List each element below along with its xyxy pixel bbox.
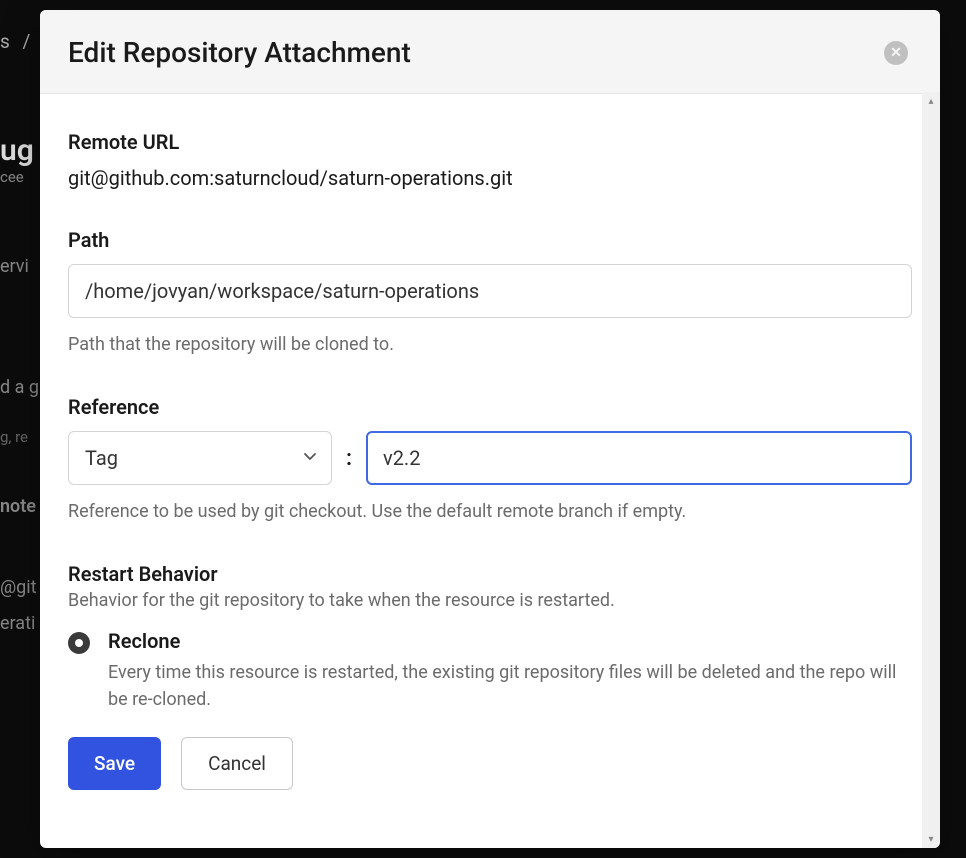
scroll-up-icon[interactable]: ▴ (922, 92, 940, 110)
reference-value-input[interactable] (366, 431, 912, 485)
reference-group: Reference Tag : Reference to be used by … (68, 395, 912, 524)
radio-icon (68, 632, 90, 654)
path-help: Path that the repository will be cloned … (68, 332, 912, 357)
close-icon: ✕ (890, 44, 902, 61)
reclone-desc: Every time this resource is restarted, t… (108, 659, 912, 713)
restart-behavior-desc: Behavior for the git repository to take … (68, 590, 912, 611)
remote-url-label: Remote URL (68, 130, 912, 154)
restart-behavior-label: Restart Behavior (68, 562, 912, 586)
cancel-button[interactable]: Cancel (181, 737, 293, 790)
remote-url-value: git@github.com:saturncloud/saturn-operat… (68, 166, 912, 190)
reference-type-select[interactable]: Tag (68, 431, 332, 485)
reference-separator: : (346, 446, 352, 471)
save-button[interactable]: Save (68, 737, 161, 790)
path-group: Path Path that the repository will be cl… (68, 228, 912, 357)
button-row: Save Cancel (68, 737, 912, 790)
scrollbar[interactable]: ▴ ▾ (922, 92, 940, 848)
reference-label: Reference (68, 395, 912, 419)
reclone-label: Reclone (108, 629, 912, 653)
path-label: Path (68, 228, 912, 252)
restart-option-reclone[interactable]: Reclone Every time this resource is rest… (68, 629, 912, 713)
remote-url-group: Remote URL git@github.com:saturncloud/sa… (68, 130, 912, 190)
scroll-down-icon[interactable]: ▾ (922, 830, 940, 848)
modal-header: Edit Repository Attachment ✕ (40, 10, 940, 94)
edit-repository-modal: Edit Repository Attachment ✕ Remote URL … (40, 10, 940, 848)
modal-title: Edit Repository Attachment (68, 36, 411, 69)
close-button[interactable]: ✕ (884, 41, 908, 65)
restart-behavior-group: Restart Behavior Behavior for the git re… (68, 562, 912, 713)
modal-body: Remote URL git@github.com:saturncloud/sa… (40, 94, 940, 848)
reference-help: Reference to be used by git checkout. Us… (68, 499, 912, 524)
path-input[interactable] (68, 264, 912, 318)
